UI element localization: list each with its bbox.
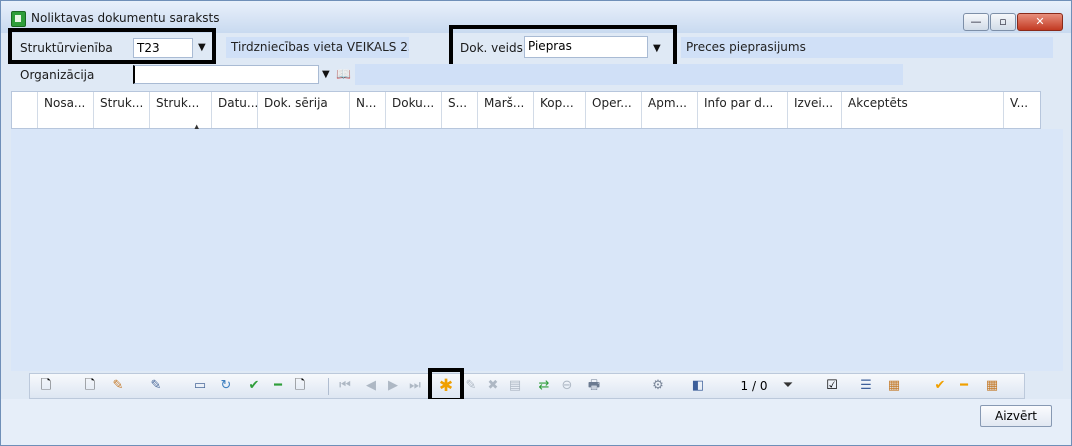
record-counter: 1 / 0 <box>740 379 768 393</box>
column-header[interactable]: N... <box>350 92 386 128</box>
close-window-button[interactable]: ✕ <box>1017 13 1063 31</box>
column-header[interactable]: Izvei... <box>788 92 842 128</box>
printer-icon[interactable]: 🖶 <box>586 378 602 394</box>
app-document-icon <box>11 11 26 27</box>
column-header[interactable]: V... <box>1004 92 1040 128</box>
organizacija-info <box>355 64 903 85</box>
rows-icon[interactable]: ☰ <box>858 378 874 394</box>
reject-minus-icon[interactable]: ━ <box>956 378 972 394</box>
next-record-icon[interactable]: ▶ <box>386 378 400 394</box>
grid-colors-icon[interactable]: ▦ <box>984 378 1000 394</box>
documents-grid-header: Nosa... Struk... Struk... ▲ Datu... Dok. … <box>11 91 1041 131</box>
window-title: Noliktavas dokumentu saraksts <box>31 11 220 25</box>
accept-check-icon[interactable]: ✔ <box>932 378 948 394</box>
refresh-icon[interactable]: ↻ <box>218 378 234 394</box>
checkmark-icon[interactable]: ✔ <box>246 378 262 394</box>
export-icon[interactable]: ◧ <box>690 378 706 394</box>
book-lookup-icon[interactable]: 📖 <box>336 67 351 81</box>
struktur-input[interactable]: T23 <box>133 38 193 58</box>
first-record-icon[interactable]: ⏮ <box>338 378 352 394</box>
checkbox-icon[interactable]: ☑ <box>824 378 840 394</box>
minus-icon[interactable]: ━ <box>270 378 286 394</box>
column-header-sorted[interactable]: Struk... ▲ <box>150 92 212 131</box>
footer-panel <box>1 399 1071 445</box>
pencil-icon[interactable]: ✎ <box>464 378 478 394</box>
dok-veids-label: Dok. veids <box>460 41 523 55</box>
preview-icon[interactable]: ✎ <box>148 378 164 394</box>
organizacija-dropdown-icon[interactable]: ▼ <box>322 69 330 80</box>
last-record-icon[interactable]: ⏭ <box>408 378 422 394</box>
dok-veids-dropdown-icon[interactable]: ▼ <box>653 43 661 54</box>
print-preview-icon[interactable]: ▭ <box>192 378 208 394</box>
main-window: Noliktavas dokumentu saraksts — ▫ ✕ Stru… <box>0 0 1072 446</box>
struktur-info: Tirdzniecības vieta VEIKALS 23 <box>226 37 409 58</box>
column-header[interactable]: Apm... <box>642 92 698 128</box>
column-header[interactable]: Dok. sērija <box>258 92 350 128</box>
column-header[interactable]: Doku... <box>386 92 442 128</box>
column-header[interactable]: Kop... <box>534 92 586 128</box>
new-document-icon[interactable]: 🗋 <box>38 378 54 394</box>
maximize-button[interactable]: ▫ <box>990 13 1016 31</box>
sync-icon[interactable]: ⇄ <box>536 378 552 394</box>
close-button[interactable]: Aizvērt <box>980 405 1052 427</box>
organizacija-label: Organizācija <box>20 68 95 82</box>
struktur-dropdown-icon[interactable]: ▼ <box>198 42 206 53</box>
column-header[interactable]: Info par d... <box>698 92 788 128</box>
dok-veids-input[interactable]: Piepras <box>524 36 648 58</box>
column-header[interactable]: Akceptēts <box>842 92 1004 128</box>
dok-veids-info: Preces pieprasijums <box>681 37 1053 58</box>
stop-icon[interactable]: ⊖ <box>560 378 574 394</box>
filter-icon[interactable]: ⏷ <box>780 378 796 394</box>
edit-document-icon[interactable]: ✎ <box>110 378 126 394</box>
toolbar-separator <box>328 378 329 395</box>
column-header[interactable]: Oper... <box>586 92 642 128</box>
action-toolbar: 🗋 🗋 ✎ ✎ ▭ ↻ ✔ ━ 🗋 ⏮ ◀ ▶ ⏭ ✱ ✎ ✖ ▤ ⇄ ⊖ 🖶 … <box>29 368 1025 402</box>
documents-grid-body[interactable] <box>11 129 1063 371</box>
minimize-button[interactable]: — <box>963 13 989 31</box>
delete-x-icon[interactable]: ✖ <box>486 378 500 394</box>
row-selector-header <box>12 92 38 128</box>
column-header[interactable]: Datu... <box>212 92 258 128</box>
copy-document-icon[interactable]: 🗋 <box>82 378 98 394</box>
column-header[interactable]: Marš... <box>478 92 534 128</box>
calendar-icon[interactable]: ▦ <box>886 378 902 394</box>
column-header[interactable]: Nosa... <box>38 92 94 128</box>
add-document-icon[interactable]: 🗋 <box>292 378 308 394</box>
struktur-label: Struktūrvienība <box>20 41 113 55</box>
organizacija-input[interactable] <box>133 65 319 84</box>
column-header[interactable]: S... <box>442 92 478 128</box>
asterisk-new-icon[interactable]: ✱ <box>437 378 455 395</box>
settings-gear-icon[interactable]: ⚙ <box>650 378 666 394</box>
column-header[interactable]: Struk... <box>94 92 150 128</box>
copy-icon[interactable]: ▤ <box>508 378 522 394</box>
previous-record-icon[interactable]: ◀ <box>364 378 378 394</box>
